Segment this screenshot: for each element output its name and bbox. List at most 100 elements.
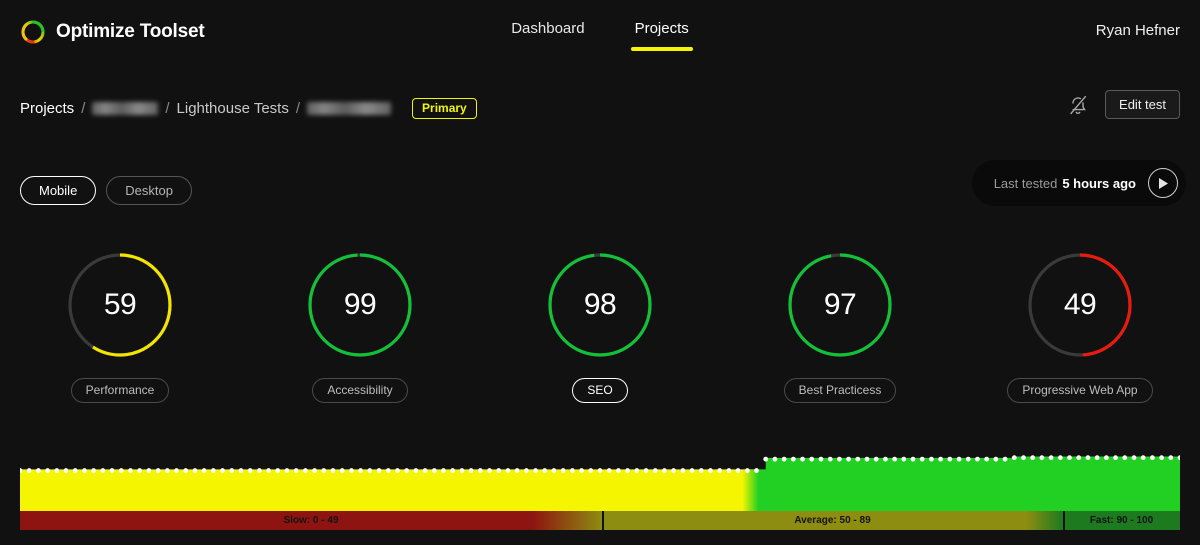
chart-point-marker — [588, 468, 594, 473]
chart-point-marker — [1159, 455, 1164, 461]
chart-point-marker — [413, 468, 419, 473]
gauge-ring-accessibility: 99 — [303, 248, 417, 362]
chart-point-marker — [1021, 455, 1026, 461]
chart-point-marker — [1149, 455, 1155, 461]
controls-row: Mobile Desktop Last tested 5 hours ago — [0, 160, 1200, 206]
tab-desktop[interactable]: Desktop — [106, 176, 192, 205]
chart-point-marker — [873, 456, 879, 462]
legend-divider-1 — [602, 511, 604, 530]
breadcrumb-separator-3: / — [295, 99, 301, 117]
chart-point-marker — [836, 456, 842, 462]
nav-item-projects-label: Projects — [634, 20, 689, 37]
chart-point-marker — [717, 468, 723, 473]
chart-point-marker — [118, 468, 124, 473]
chart-point-marker — [1131, 455, 1137, 461]
tab-mobile[interactable]: Mobile — [20, 176, 97, 205]
chart-point-marker — [1085, 455, 1091, 461]
breadcrumb-row: Projects / / Lighthouse Tests / Primary … — [0, 90, 1200, 128]
legend-band-average-label: Average: 50 - 89 — [794, 515, 871, 526]
gauge-label-accessibility[interactable]: Accessibility — [312, 378, 408, 403]
chart-point-marker — [192, 468, 198, 473]
chart-point-marker — [533, 468, 538, 473]
breadcrumb-actions: Edit test — [1067, 90, 1180, 119]
score-history-chart[interactable]: Slow: 0 - 49 Average: 50 - 89 Fast: 90 -… — [20, 425, 1180, 530]
chart-point-marker — [1011, 455, 1017, 461]
chart-point-marker — [754, 468, 759, 473]
chart-point-marker — [431, 468, 437, 473]
chart-point-marker — [395, 468, 400, 473]
chart-point-marker — [579, 468, 584, 473]
chart-point-marker — [855, 456, 861, 462]
chart-point-marker — [965, 456, 971, 462]
chart-point-marker — [146, 468, 152, 473]
user-name[interactable]: Ryan Hefner — [1096, 22, 1180, 39]
chart-point-marker — [1113, 455, 1118, 461]
chart-point-marker — [1076, 455, 1082, 461]
chart-point-marker — [293, 468, 299, 473]
chart-point-marker — [560, 468, 566, 473]
chart-point-marker — [542, 468, 548, 473]
chart-point-marker — [1048, 455, 1054, 461]
chart-point-marker — [155, 468, 161, 473]
last-tested-label: Last tested — [993, 175, 1058, 191]
chart-point-marker — [551, 468, 557, 473]
gauge-value-accessibility: 99 — [343, 288, 377, 321]
chart-point-marker — [404, 468, 410, 473]
chart-point-marker — [1030, 455, 1036, 461]
device-tabs: Mobile Desktop — [20, 176, 192, 205]
breadcrumb-section[interactable]: Lighthouse Tests — [177, 100, 289, 117]
chart-point-marker — [606, 468, 612, 473]
play-icon[interactable] — [1148, 168, 1178, 198]
breadcrumb-redacted-test[interactable] — [307, 101, 392, 115]
gauge-label-best-practices[interactable]: Best Practicess — [783, 378, 897, 403]
breadcrumb-root[interactable]: Projects — [20, 100, 74, 117]
chart-point-marker — [238, 468, 244, 473]
chart-point-marker — [689, 468, 695, 473]
breadcrumb-separator-2: / — [165, 99, 170, 117]
breadcrumb-separator-1: / — [81, 99, 86, 117]
chart-point-marker — [643, 468, 649, 473]
gauge-label-pwa[interactable]: Progressive Web App — [1007, 378, 1153, 403]
status-badge-primary[interactable]: Primary — [412, 97, 477, 119]
chart-point-marker — [744, 468, 750, 473]
chart-point-marker — [496, 468, 502, 473]
chart-point-marker — [800, 456, 805, 462]
nav-item-dashboard[interactable]: Dashboard — [507, 20, 588, 51]
chart-point-marker — [349, 468, 354, 473]
chart-point-marker — [1057, 455, 1063, 461]
chart-point-marker — [938, 456, 944, 462]
chart-point-marker — [477, 468, 483, 473]
breadcrumb-redacted-project[interactable] — [92, 101, 159, 115]
chart-point-marker — [376, 468, 382, 473]
chart-point-marker — [422, 468, 428, 473]
main-nav: Dashboard Projects — [0, 0, 1200, 64]
gauge-value-performance: 59 — [103, 288, 137, 321]
chart-point-marker — [625, 468, 631, 473]
gauge-ring-pwa: 49 — [1023, 248, 1137, 362]
edit-test-button[interactable]: Edit test — [1105, 90, 1180, 119]
lighthouse-test-page: Optimize Toolset Dashboard Projects Ryan… — [0, 0, 1200, 545]
gauge-best-practices: 97 Best Practicess — [720, 248, 960, 403]
last-tested-pill: Last tested 5 hours ago — [971, 160, 1186, 206]
breadcrumb: Projects / / Lighthouse Tests / Primary — [20, 92, 477, 124]
gauge-label-performance[interactable]: Performance — [70, 378, 170, 403]
chart-point-marker — [1140, 455, 1146, 461]
nav-item-projects[interactable]: Projects — [630, 20, 693, 51]
chart-point-marker — [883, 456, 888, 462]
chart-point-marker — [385, 468, 391, 473]
gauge-pwa: 49 Progressive Web App — [960, 248, 1200, 403]
chart-point-marker — [1122, 455, 1128, 461]
chart-point-marker — [1002, 456, 1008, 462]
chart-point-marker — [846, 456, 851, 462]
legend-band-slow-label: Slow: 0 - 49 — [283, 515, 339, 526]
chart-point-marker — [919, 456, 925, 462]
bell-off-icon[interactable] — [1067, 93, 1089, 117]
chart-point-marker — [975, 456, 980, 462]
chart-point-marker — [1103, 455, 1109, 461]
chart-point-marker — [505, 468, 511, 473]
chart-point-marker — [956, 456, 962, 462]
chart-point-marker — [892, 456, 897, 462]
gauge-label-seo[interactable]: SEO — [572, 378, 628, 403]
chart-point-marker — [321, 468, 327, 473]
chart-point-marker — [864, 456, 870, 462]
